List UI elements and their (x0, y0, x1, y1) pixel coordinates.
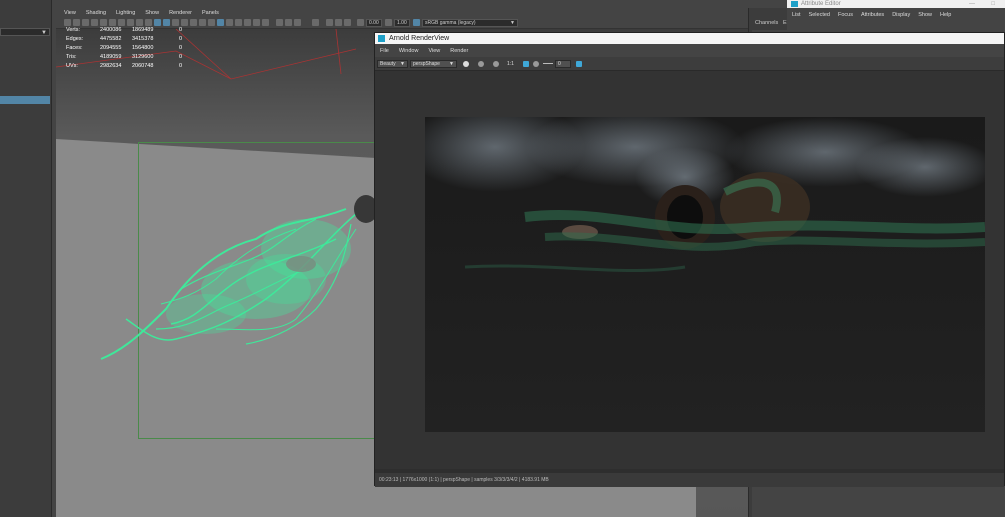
chevron-down-icon: ▼ (400, 61, 405, 67)
ipr-icon[interactable] (478, 61, 484, 67)
renderview-title-bar[interactable]: Arnold RenderView (375, 33, 1004, 44)
bookmark-icon[interactable] (82, 19, 89, 26)
exposure-field[interactable]: 0.00 (366, 19, 382, 27)
rendered-image[interactable] (425, 117, 985, 432)
menu-lighting[interactable]: Lighting (116, 10, 135, 16)
menu-help[interactable]: Help (940, 12, 951, 18)
ssao-icon[interactable] (276, 19, 283, 26)
maya-logo-icon (791, 1, 798, 7)
menu-view[interactable]: View (64, 10, 76, 16)
ratio-label[interactable]: 1:1 (507, 61, 514, 67)
safe-action-icon[interactable] (145, 19, 152, 26)
smooth-shade-icon[interactable] (163, 19, 170, 26)
gamma-field[interactable]: 1.00 (394, 19, 410, 27)
render-canvas[interactable] (375, 71, 1004, 469)
ao-icon[interactable] (199, 19, 206, 26)
arnold-renderview-window: Arnold RenderView File Window View Rende… (374, 32, 1005, 487)
xray-joints-icon[interactable] (235, 19, 242, 26)
resolution-gate-icon[interactable] (118, 19, 125, 26)
snapshot-icon[interactable] (326, 19, 333, 26)
menu-window[interactable]: Window (399, 48, 419, 54)
tab-channels[interactable]: Channels (755, 20, 778, 26)
close-icon[interactable]: □ (991, 0, 995, 8)
renderview-title: Arnold RenderView (389, 35, 450, 42)
menu-renderer[interactable]: Renderer (169, 10, 192, 16)
menu-file[interactable]: File (380, 48, 389, 54)
shadows-icon[interactable] (190, 19, 197, 26)
render-icon[interactable] (463, 61, 469, 67)
playblast-icon[interactable] (335, 19, 342, 26)
gate-mask-icon[interactable] (127, 19, 134, 26)
textured-icon[interactable] (172, 19, 179, 26)
menu-focus[interactable]: Focus (838, 12, 853, 18)
camera-icon[interactable] (64, 19, 71, 26)
camera-dropdown[interactable]: perspShape ▼ (410, 60, 457, 68)
outliner-dropdown[interactable]: ▼ (0, 28, 50, 36)
attribute-editor: Attribute Editor — □ List Selected Focus… (787, 0, 1005, 30)
hud-icon[interactable] (344, 19, 351, 26)
motion-blur-icon[interactable] (208, 19, 215, 26)
outliner-panel: ▼ (0, 0, 52, 517)
sphere-icon[interactable] (253, 19, 260, 26)
exposure-field[interactable]: 0 (555, 60, 571, 68)
menu-view[interactable]: View (428, 48, 440, 54)
renderview-menu-bar: File Window View Render (375, 44, 1004, 57)
antialias-icon[interactable] (285, 19, 292, 26)
menu-display[interactable]: Display (892, 12, 910, 18)
colorspace-dropdown[interactable]: sRGB gamma (legacy) ▼ (422, 19, 518, 27)
renderview-toolbar: Beauty ▼ perspShape ▼ 1:1 0 (375, 57, 1004, 71)
backface-icon[interactable] (244, 19, 251, 26)
attribute-editor-menu: List Selected Focus Attributes Display S… (787, 12, 951, 18)
cursor-icon[interactable] (312, 19, 319, 26)
color-management-icon[interactable] (413, 19, 420, 26)
chevron-down-icon: ▼ (41, 30, 47, 36)
ivy-mesh[interactable] (56, 179, 376, 379)
refresh-icon[interactable] (493, 61, 499, 67)
grid-icon[interactable] (100, 19, 107, 26)
menu-show[interactable]: Show (918, 12, 932, 18)
film-gate-icon[interactable] (109, 19, 116, 26)
renderview-status-bar: 00:23:13 | 1776x1000 (1:1) | perspShape … (375, 473, 1004, 487)
lighting-mode-icon[interactable] (262, 19, 269, 26)
menu-panels[interactable]: Panels (202, 10, 219, 16)
aov-value: Beauty (380, 61, 396, 67)
camera-attr-icon[interactable] (73, 19, 80, 26)
image-plane-icon[interactable] (91, 19, 98, 26)
gamma-icon (385, 19, 392, 26)
crop-region-icon[interactable] (523, 61, 529, 67)
field-chart-icon[interactable] (136, 19, 143, 26)
menu-attributes[interactable]: Attributes (861, 12, 884, 18)
exposure-icon (357, 19, 364, 26)
menu-shading[interactable]: Shading (86, 10, 106, 16)
menu-list[interactable]: List (792, 12, 801, 18)
xray-icon[interactable] (226, 19, 233, 26)
menu-show[interactable]: Show (145, 10, 159, 16)
gear-icon[interactable] (533, 61, 539, 67)
chevron-down-icon: ▼ (510, 20, 515, 26)
attribute-editor-title: Attribute Editor (801, 1, 841, 7)
lights-icon[interactable] (181, 19, 188, 26)
colorspace-value: sRGB gamma (legacy) (425, 20, 476, 26)
isolate-select-icon[interactable] (217, 19, 224, 26)
menu-render[interactable]: Render (450, 48, 468, 54)
viewport-toolbar: 0.00 1.00 sRGB gamma (legacy) ▼ (56, 18, 748, 29)
menu-selected[interactable]: Selected (809, 12, 830, 18)
viewport-menu-bar: View Shading Lighting Show Renderer Pane… (56, 8, 748, 18)
minimize-icon[interactable]: — (969, 0, 975, 8)
exposure-slider[interactable] (543, 63, 553, 64)
chevron-down-icon: ▼ (449, 61, 454, 67)
attribute-editor-title-bar[interactable]: Attribute Editor — □ (787, 0, 1005, 8)
snapshot-icon[interactable] (576, 61, 582, 67)
outliner-selected-item[interactable] (0, 96, 50, 104)
camera-value: perspShape (413, 61, 440, 67)
dof-icon[interactable] (294, 19, 301, 26)
render-picture (425, 117, 985, 432)
wireframe-icon[interactable] (154, 19, 161, 26)
maya-logo-icon (378, 35, 385, 42)
aov-dropdown[interactable]: Beauty ▼ (377, 60, 408, 68)
